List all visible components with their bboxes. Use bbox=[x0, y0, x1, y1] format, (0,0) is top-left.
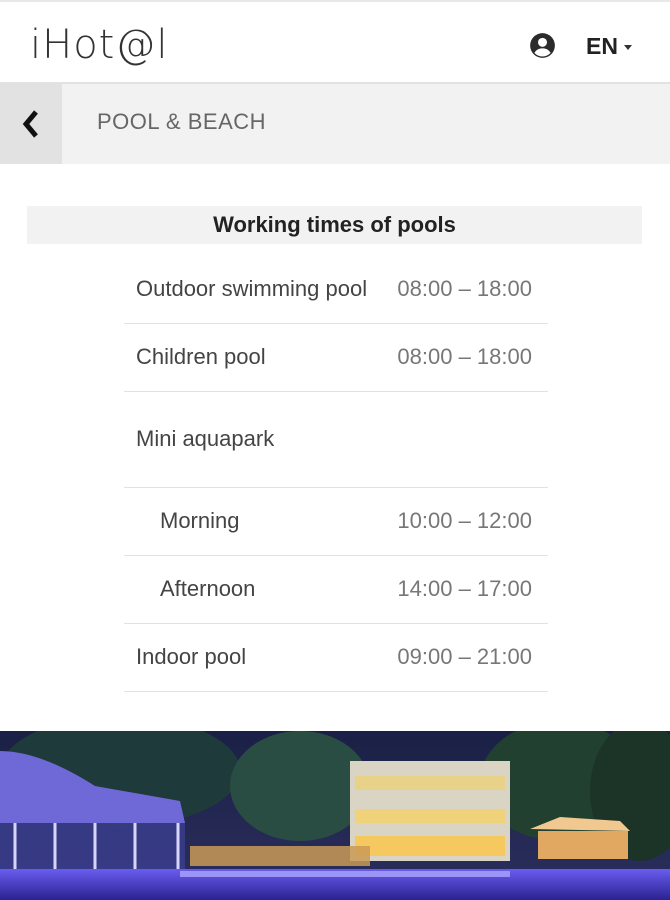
pool-name: Mini aquapark bbox=[136, 426, 275, 451]
table-row: Indoor pool 09:00 – 21:00 bbox=[124, 624, 548, 692]
pool-name: Children pool bbox=[136, 344, 266, 369]
caret-down-icon bbox=[623, 44, 632, 50]
table-row: Outdoor swimming pool 08:00 – 18:00 bbox=[124, 256, 548, 324]
app-header: iHot@l EN bbox=[0, 0, 670, 84]
pool-time: 08:00 – 18:00 bbox=[397, 344, 532, 369]
hotel-pool-night-photo bbox=[0, 731, 670, 900]
pool-time: 09:00 – 21:00 bbox=[397, 644, 532, 669]
table-row: Morning 10:00 – 12:00 bbox=[124, 488, 548, 556]
chevron-left-icon bbox=[22, 110, 38, 138]
ihotel-logo[interactable]: iHot@l bbox=[30, 22, 168, 68]
table-row: Afternoon 14:00 – 17:00 bbox=[124, 556, 548, 624]
session-name: Morning bbox=[160, 508, 240, 533]
language-selector[interactable]: EN bbox=[586, 32, 632, 60]
session-name: Afternoon bbox=[160, 576, 256, 601]
page-subbar: POOL & BEACH bbox=[0, 84, 670, 164]
table-row: Mini aquapark bbox=[124, 392, 548, 488]
user-circle-icon[interactable] bbox=[529, 32, 556, 59]
back-button[interactable] bbox=[0, 84, 62, 164]
table-row: Children pool 08:00 – 18:00 bbox=[124, 324, 548, 392]
page-title: POOL & BEACH bbox=[97, 109, 267, 134]
pool-name: Indoor pool bbox=[136, 644, 247, 669]
pool-name: Outdoor swimming pool bbox=[136, 276, 368, 301]
language-label: EN bbox=[586, 32, 618, 59]
pool-time: 08:00 – 18:00 bbox=[397, 276, 532, 301]
pool-hours-table: Outdoor swimming pool 08:00 – 18:00 Chil… bbox=[124, 256, 548, 692]
section-title: Working times of pools bbox=[27, 206, 642, 244]
pool-time: 10:00 – 12:00 bbox=[397, 508, 532, 533]
pool-time: 14:00 – 17:00 bbox=[397, 576, 532, 601]
